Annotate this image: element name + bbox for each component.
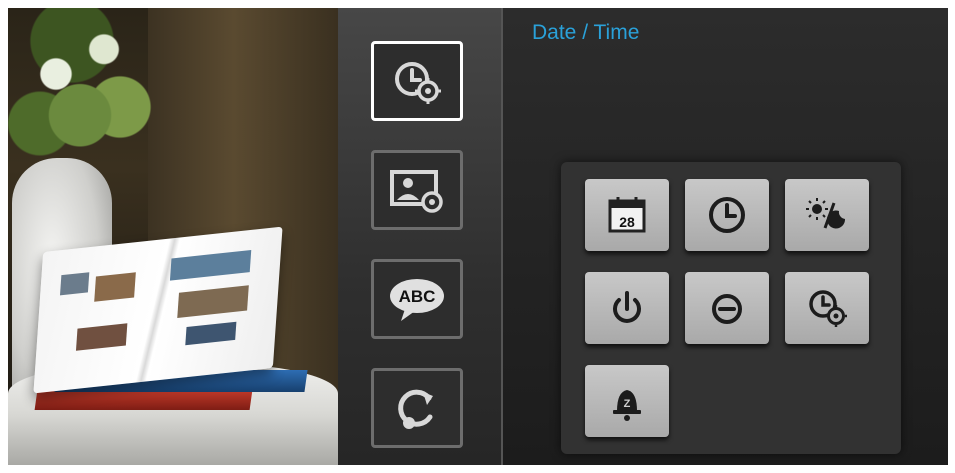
tile-set-time[interactable] <box>685 179 769 251</box>
sidebar-item-reset[interactable] <box>371 368 463 448</box>
clock-gear-icon <box>395 62 441 104</box>
tile-day-night[interactable] <box>785 179 869 251</box>
page-title: Date / Time <box>532 21 640 44</box>
reset-icon <box>398 389 433 429</box>
speech-bubble-abc-icon: ABC <box>390 279 444 321</box>
alarm-z: Z <box>624 398 631 410</box>
photo-gear-icon <box>390 170 443 213</box>
sidebar-item-language[interactable]: ABC <box>371 259 463 339</box>
tile-set-date[interactable]: 28 <box>585 179 669 251</box>
abc-label: ABC <box>399 287 436 306</box>
power-icon <box>613 291 641 323</box>
magazine <box>33 226 283 394</box>
calendar-date: 28 <box>619 214 635 230</box>
tile-power-off[interactable] <box>685 272 769 344</box>
flowers <box>8 8 168 173</box>
tile-alarm[interactable]: Z <box>585 365 669 437</box>
alarm-bell-icon: Z <box>613 390 641 421</box>
sun-moon-icon <box>806 198 846 229</box>
sidebar-item-photo[interactable] <box>371 150 463 230</box>
sidebar-item-date-time[interactable] <box>371 41 463 121</box>
background-photo <box>8 8 338 465</box>
sidebar: ABC <box>338 8 501 465</box>
power-off-minus-icon <box>712 294 742 324</box>
tile-clock-settings[interactable] <box>785 272 869 344</box>
screen: ABC Date / Time 28 Z <box>8 8 948 465</box>
main-pane: Date / Time 28 Z <box>503 8 948 465</box>
calendar-icon: 28 <box>608 197 646 233</box>
book-red <box>34 390 253 410</box>
settings-grid: 28 Z <box>561 162 901 454</box>
clock-icon <box>709 197 745 233</box>
clock-gear-icon <box>809 290 847 327</box>
tile-power-on[interactable] <box>585 272 669 344</box>
